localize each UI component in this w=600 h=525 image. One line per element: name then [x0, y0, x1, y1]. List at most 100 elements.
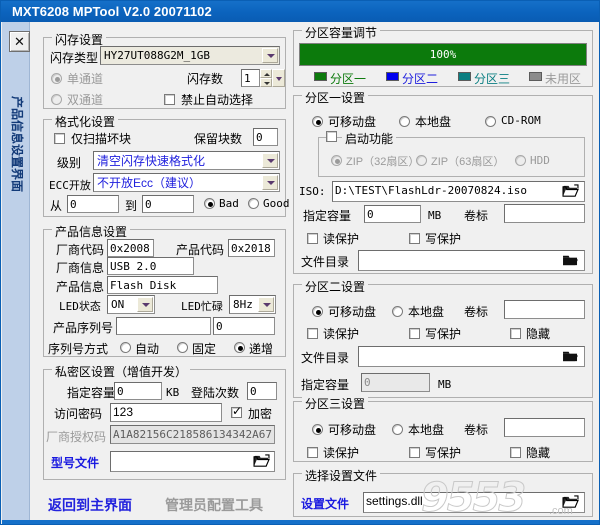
single-channel-radio[interactable] — [51, 73, 62, 84]
partition3-hidden-checkbox[interactable] — [510, 447, 521, 458]
serial-mode-auto-label: 自动 — [135, 342, 160, 356]
zip63-radio[interactable] — [416, 155, 427, 166]
partition2-capacity-label: 指定容量 — [301, 378, 350, 392]
boot-function-checkbox[interactable] — [326, 131, 337, 142]
private-capacity-input[interactable]: 0 — [114, 382, 162, 400]
partition1-read-protect-checkbox[interactable] — [307, 233, 318, 244]
partition1-filedir-folder-icon[interactable] — [562, 253, 579, 267]
partition1-volume-input[interactable] — [504, 204, 585, 223]
spinner-up-icon[interactable] — [260, 69, 272, 78]
partition3-write-protect-label: 写保护 — [425, 446, 462, 460]
partition3-read-protect-checkbox[interactable] — [307, 447, 318, 458]
partition2-capacity-unit: MB — [438, 378, 452, 391]
partition2-hidden-checkbox[interactable] — [510, 328, 521, 339]
folder-open-icon[interactable] — [253, 454, 270, 468]
serial-start-input[interactable]: 0 — [213, 317, 275, 335]
chevron-down-icon[interactable] — [262, 175, 278, 190]
partition1-write-protect-checkbox[interactable] — [409, 233, 420, 244]
disable-auto-select-checkbox[interactable] — [164, 94, 175, 105]
range-from-input[interactable]: 0 — [67, 195, 119, 213]
zip32-label: ZIP（32扇区） — [346, 156, 420, 168]
flash-count-dropdown[interactable] — [272, 69, 285, 87]
vendor-code-input[interactable]: 0x2008 — [107, 239, 154, 257]
serial-number-input[interactable] — [116, 317, 211, 335]
legend-swatch-partition1 — [314, 72, 327, 81]
partition-capacity-title: 分区容量调节 — [302, 24, 381, 41]
iso-label: ISO: — [299, 185, 326, 198]
serial-mode-fixed-radio[interactable] — [177, 342, 188, 353]
ecc-value: 不开放Ecc（建议） — [97, 176, 202, 190]
scan-bad-blocks-checkbox[interactable] — [54, 133, 65, 144]
led-busy-combo[interactable]: 8Hz — [229, 295, 276, 314]
partition1-local-radio[interactable] — [399, 116, 410, 127]
partition1-filedir-input[interactable] — [358, 250, 585, 271]
application-window: MXT6208 MPTool V2.0 20071102 产品信息设置界面 ✕ … — [0, 0, 600, 525]
product-code-input[interactable]: 0x2018 — [228, 239, 275, 257]
partition3-removable-radio[interactable] — [312, 424, 323, 435]
good-radio[interactable] — [248, 198, 259, 209]
vendor-code-label: 厂商代码 — [56, 243, 105, 257]
partition1-capacity-input[interactable]: 0 — [364, 205, 421, 223]
close-button[interactable]: ✕ — [9, 31, 30, 52]
partition3-local-radio[interactable] — [392, 424, 403, 435]
led-busy-value: 8Hz — [233, 298, 253, 311]
range-from-label: 从 — [50, 199, 63, 213]
product-info-input[interactable]: Flash Disk — [107, 276, 218, 294]
legend-swatch-partition3 — [458, 72, 471, 81]
zip63-label: ZIP（63扇区） — [431, 156, 505, 168]
flash-type-combo[interactable]: HY27UT088G2M_1GB — [100, 46, 280, 65]
spinner-down-icon[interactable] — [260, 78, 272, 87]
partition2-local-radio[interactable] — [392, 306, 403, 317]
zip32-radio[interactable] — [331, 155, 342, 166]
format-level-combo[interactable]: 清空闪存快速格式化 — [93, 151, 280, 170]
chevron-down-icon[interactable] — [262, 153, 278, 168]
flash-count-input[interactable]: 1 — [241, 69, 260, 87]
partition2-volume-input[interactable] — [504, 300, 585, 319]
chevron-down-icon[interactable] — [258, 297, 274, 312]
chevron-down-icon[interactable] — [262, 48, 278, 63]
auth-code-input: A1A82156C218586134342A67 — [110, 425, 275, 444]
encrypt-label: 加密 — [248, 407, 273, 421]
password-input[interactable]: 123 — [110, 403, 222, 422]
iso-path-input[interactable]: D:\TEST\FlashLdr-20070824.iso — [332, 181, 585, 202]
title-bar: MXT6208 MPTool V2.0 20071102 — [1, 1, 599, 22]
range-to-input[interactable]: 0 — [142, 195, 194, 213]
reserve-blocks-input[interactable]: 0 — [253, 128, 278, 146]
partition2-read-protect-checkbox[interactable] — [307, 328, 318, 339]
settings-file-input[interactable]: settings.dll — [363, 492, 585, 513]
partition2-capacity-input[interactable]: 0 — [361, 373, 430, 392]
vendor-info-input[interactable]: USB 2.0 — [107, 257, 194, 275]
chevron-down-icon[interactable] — [137, 297, 153, 312]
partition2-write-protect-checkbox[interactable] — [409, 328, 420, 339]
dual-channel-radio[interactable] — [51, 94, 62, 105]
hdd-label: HDD — [530, 154, 550, 167]
partition2-removable-radio[interactable] — [312, 306, 323, 317]
partition3-volume-input[interactable] — [504, 418, 585, 437]
partition3-write-protect-checkbox[interactable] — [409, 447, 420, 458]
disable-auto-select-label: 禁止自动选择 — [181, 93, 254, 107]
settings-file-folder-icon[interactable] — [562, 495, 579, 509]
flash-type-label: 闪存类型 — [50, 51, 99, 65]
partition1-cdrom-radio[interactable] — [485, 116, 496, 127]
partition1-removable-radio[interactable] — [312, 116, 323, 127]
serial-mode-auto-radio[interactable] — [120, 342, 131, 353]
encrypt-checkbox[interactable] — [231, 404, 242, 418]
partition2-filedir-folder-icon[interactable] — [562, 349, 579, 363]
led-state-combo[interactable]: ON — [107, 295, 155, 314]
partition-capacity-bar[interactable]: 100% — [299, 43, 587, 66]
back-to-main-link[interactable]: 返回到主界面 — [48, 495, 132, 515]
iso-browse-folder-icon[interactable] — [562, 184, 579, 198]
serial-mode-fixed-label: 固定 — [192, 342, 217, 356]
partition2-filedir-input[interactable] — [358, 346, 585, 367]
model-file-input[interactable] — [110, 451, 275, 472]
led-state-value: ON — [111, 298, 125, 311]
partition1-title: 分区一设置 — [302, 89, 369, 106]
partition3-title: 分区三设置 — [302, 395, 369, 412]
serial-mode-increment-radio[interactable] — [234, 342, 245, 353]
login-count-input[interactable]: 0 — [247, 382, 277, 400]
bad-radio[interactable] — [204, 198, 215, 209]
password-label: 访问密码 — [54, 407, 103, 421]
ecc-combo[interactable]: 不开放Ecc（建议） — [93, 173, 280, 192]
partition3-hidden-label: 隐藏 — [526, 446, 551, 460]
hdd-radio[interactable] — [515, 155, 526, 166]
